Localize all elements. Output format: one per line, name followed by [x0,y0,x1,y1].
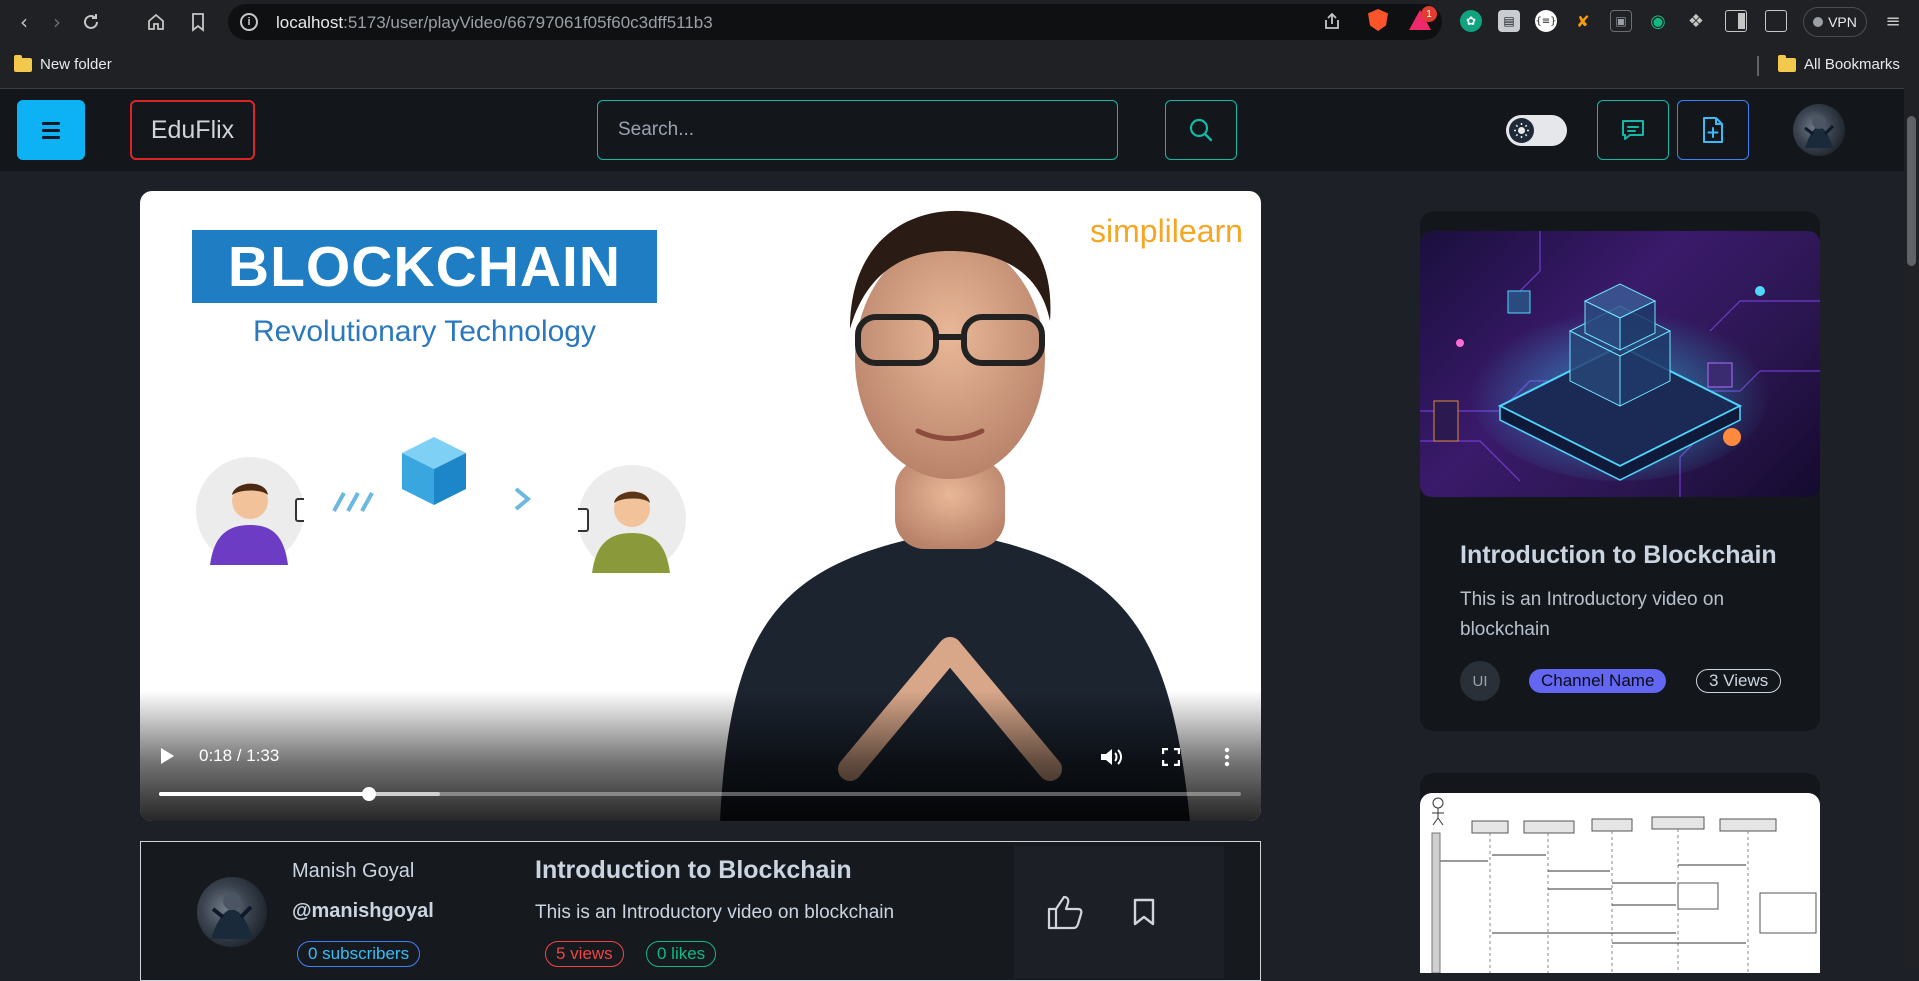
site-info-icon[interactable]: i [240,13,258,31]
recommended-views-badge: 3 Views [1696,669,1782,693]
grammarly-extension-icon[interactable]: ◉ [1647,10,1669,32]
recommended-description: This is an Introductory video on blockch… [1460,589,1725,640]
play-icon [161,748,174,764]
recommended-title[interactable]: Introduction to Blockchain [1460,541,1777,570]
window-extension-icon[interactable]: ▣ [1610,10,1632,32]
bookmark-page-icon[interactable] [186,10,210,34]
puzzle-icon[interactable]: ❖ [1685,10,1707,32]
recommended-thumbnail-2[interactable] [1420,793,1820,973]
video-actions [1014,846,1224,978]
user-avatar[interactable] [1793,104,1845,156]
share-icon[interactable] [1321,10,1343,32]
menu-icon[interactable]: ≡ [1882,10,1904,32]
extension-icon[interactable]: ▤ [1498,10,1520,32]
address-bar[interactable]: i localhost:5173/user/playVideo/66797061… [228,4,1442,40]
volume-icon [1101,749,1122,765]
scrollbar-thumb[interactable] [1907,116,1916,266]
fullscreen-icon [1162,748,1180,766]
channel-name[interactable]: Manish Goyal [292,860,414,883]
time-display: 0:18 / 1:33 [199,746,280,765]
recommended-channel-badge[interactable]: Channel Name [1529,669,1667,693]
arrow-icon [514,487,532,511]
played-range [159,792,369,796]
fullscreen-button[interactable] [1157,743,1185,771]
browser-toolbar: ‹ › i localhost:5173/user/playVideo/6679… [0,0,1919,44]
reload-icon[interactable] [79,10,103,34]
chatgpt-extension-icon[interactable]: ✿ [1460,10,1482,32]
forward-icon[interactable]: › [45,10,69,34]
recommended-video-card-2[interactable] [1420,773,1820,973]
notification-badge: 1 [1421,6,1437,22]
folder-icon [1778,54,1796,72]
seek-bar[interactable] [159,787,1241,801]
folder-icon [14,54,32,72]
vpn-status-icon [1813,17,1824,27]
volume-button[interactable] [1097,743,1125,771]
app-root: EduFlix BLOCKCHAIN Revolutionary Technol… [0,88,1919,981]
wallet-icon[interactable] [1765,10,1787,32]
bookmarks-bar: New folder All Bookmarks [0,48,1919,82]
play-button[interactable] [154,743,180,769]
logo[interactable]: EduFlix [130,100,255,160]
json-extension-icon[interactable]: {≡} [1535,10,1557,32]
illustration-person-right [575,465,686,573]
likes-badge: 0 likes [646,941,717,967]
menu-button[interactable] [17,100,85,160]
illustration-person-left [196,457,309,565]
more-vert-icon [1224,747,1230,767]
video-title: Introduction to Blockchain [535,856,852,884]
arrows-icon [332,492,374,512]
sidebar-icon[interactable] [1725,10,1747,32]
theme-toggle[interactable] [1506,115,1567,146]
recommended-video-card[interactable]: Introduction to Blockchain This is an In… [1420,211,1820,731]
views-badge: 5 views [545,941,624,967]
sun-icon [1509,118,1534,143]
bookmark-icon [1133,898,1155,926]
tools-extension-icon[interactable]: ✘ [1572,10,1594,32]
slide-subtitle: Revolutionary Technology [253,315,596,348]
recommended-channel-avatar[interactable]: UI [1460,661,1500,701]
like-button[interactable] [1044,890,1088,934]
add-file-icon [1703,117,1723,143]
upload-video-button[interactable] [1677,100,1749,160]
slide-title: BLOCKCHAIN [192,230,657,303]
back-icon[interactable]: ‹ [12,10,36,34]
chat-icon [1622,120,1644,140]
search-button[interactable] [1165,100,1237,160]
recommended-thumbnail[interactable] [1420,231,1820,497]
more-options-button[interactable] [1217,743,1237,771]
vpn-button[interactable]: VPN [1803,7,1867,37]
app-header: EduFlix [0,89,1904,171]
url-text[interactable]: localhost:5173/user/playVideo/66797061f0… [276,13,713,33]
video-player[interactable]: BLOCKCHAIN Revolutionary Technology simp… [140,191,1261,821]
channel-avatar[interactable] [197,877,267,947]
video-description: This is an Introductory video on blockch… [535,902,895,923]
save-button[interactable] [1124,892,1164,932]
search-icon [1189,118,1213,142]
page-scrollbar[interactable] [1904,88,1919,967]
home-icon[interactable] [144,10,168,34]
seek-handle[interactable] [361,787,376,801]
channel-handle[interactable]: @manishgoyal [292,900,434,923]
blockchain-cube-illustration [398,435,470,507]
bookmarks-separator [1757,56,1759,76]
all-bookmarks[interactable]: All Bookmarks [1778,54,1900,73]
thumbs-up-icon [1047,895,1083,930]
bookmark-new-folder[interactable]: New folder [14,54,112,73]
subscribers-badge[interactable]: 0 subscribers [297,941,421,967]
search-input[interactable] [597,100,1118,160]
chat-button[interactable] [1597,100,1669,160]
browser-chrome: ‹ › i localhost:5173/user/playVideo/6679… [0,0,1919,88]
video-info-card: Manish Goyal @manishgoyal 0 subscribers … [140,841,1261,981]
controls-overlay [140,691,1261,821]
